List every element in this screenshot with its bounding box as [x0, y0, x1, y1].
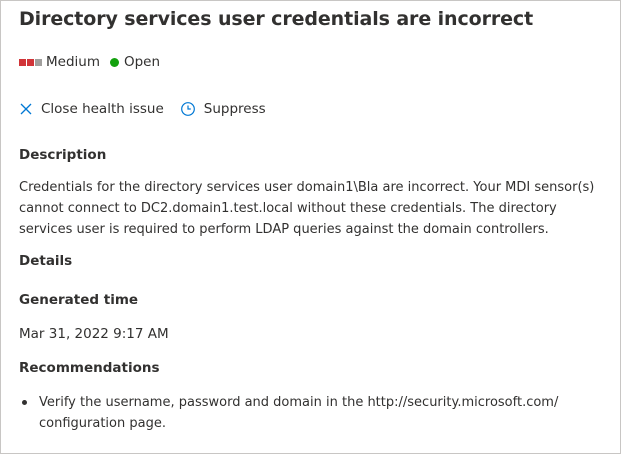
recommendation-text: Verify the username, password and domain… [39, 395, 559, 431]
close-icon [20, 103, 32, 115]
generated-time-heading: Generated time [19, 292, 139, 308]
description-text: Credentials for the directory services u… [19, 180, 595, 237]
suppress-button[interactable]: Suppress [180, 101, 266, 117]
clock-icon [180, 102, 195, 116]
recommendations-heading: Recommendations [19, 360, 160, 376]
status-dot-icon [109, 57, 119, 67]
description-heading: Description [19, 147, 107, 163]
close-health-issue-button[interactable]: Close health issue [19, 101, 164, 117]
generated-time-value: Mar 31, 2022 9:17 AM [19, 326, 169, 342]
close-health-issue-label: Close health issue [41, 101, 164, 117]
page-title: Directory services user credentials are … [19, 8, 534, 30]
severity-label: Medium [46, 54, 100, 70]
bullet-icon [22, 400, 27, 405]
recommendations-list: Verify the username, password and domain… [19, 392, 609, 434]
suppress-label: Suppress [203, 101, 266, 117]
status-label: Open [123, 54, 161, 70]
details-heading: Details [19, 253, 73, 269]
action-bar: Close health issue Suppress [19, 101, 266, 117]
status-row: Medium Open [19, 54, 160, 70]
list-item: Verify the username, password and domain… [19, 392, 609, 434]
severity-bars-icon [19, 58, 42, 66]
health-issue-panel: Directory services user credentials are … [0, 0, 621, 454]
